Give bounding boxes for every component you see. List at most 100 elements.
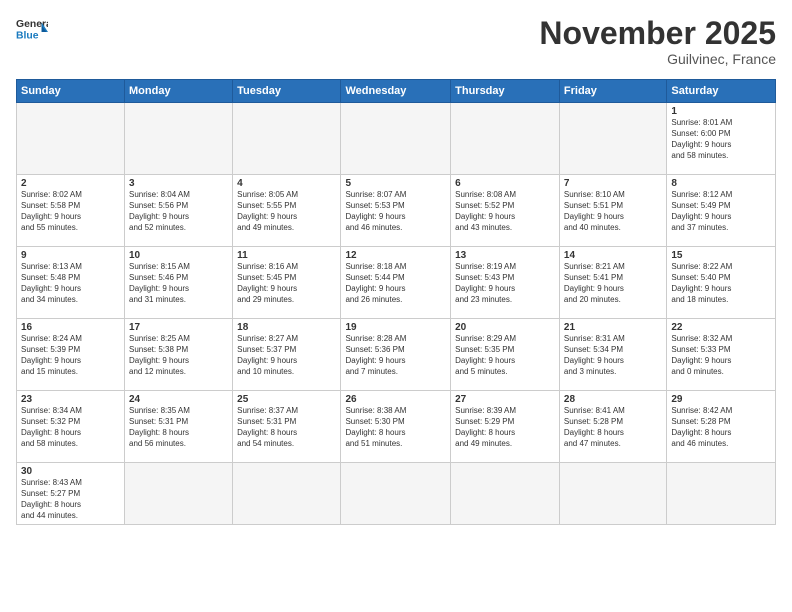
- day-cell: 20Sunrise: 8:29 AM Sunset: 5:35 PM Dayli…: [451, 319, 560, 391]
- day-cell: [233, 103, 341, 175]
- day-info: Sunrise: 8:29 AM Sunset: 5:35 PM Dayligh…: [455, 334, 555, 377]
- day-number: 16: [21, 322, 120, 333]
- day-cell: [451, 103, 560, 175]
- day-number: 11: [237, 250, 336, 261]
- day-cell: 19Sunrise: 8:28 AM Sunset: 5:36 PM Dayli…: [341, 319, 451, 391]
- day-cell: 3Sunrise: 8:04 AM Sunset: 5:56 PM Daylig…: [125, 175, 233, 247]
- day-cell: [17, 103, 125, 175]
- day-cell: 16Sunrise: 8:24 AM Sunset: 5:39 PM Dayli…: [17, 319, 125, 391]
- day-cell: 7Sunrise: 8:10 AM Sunset: 5:51 PM Daylig…: [559, 175, 666, 247]
- col-header-thursday: Thursday: [451, 80, 560, 103]
- month-title: November 2025: [539, 16, 776, 51]
- week-row-3: 9Sunrise: 8:13 AM Sunset: 5:48 PM Daylig…: [17, 247, 776, 319]
- location: Guilvinec, France: [539, 51, 776, 67]
- col-header-monday: Monday: [125, 80, 233, 103]
- day-info: Sunrise: 8:16 AM Sunset: 5:45 PM Dayligh…: [237, 262, 336, 305]
- day-info: Sunrise: 8:35 AM Sunset: 5:31 PM Dayligh…: [129, 406, 228, 449]
- day-cell: 8Sunrise: 8:12 AM Sunset: 5:49 PM Daylig…: [667, 175, 776, 247]
- day-number: 3: [129, 178, 228, 189]
- day-cell: 9Sunrise: 8:13 AM Sunset: 5:48 PM Daylig…: [17, 247, 125, 319]
- day-cell: [233, 463, 341, 525]
- day-number: 25: [237, 394, 336, 405]
- day-number: 29: [671, 394, 771, 405]
- week-row-2: 2Sunrise: 8:02 AM Sunset: 5:58 PM Daylig…: [17, 175, 776, 247]
- day-info: Sunrise: 8:37 AM Sunset: 5:31 PM Dayligh…: [237, 406, 336, 449]
- day-cell: 23Sunrise: 8:34 AM Sunset: 5:32 PM Dayli…: [17, 391, 125, 463]
- day-cell: 10Sunrise: 8:15 AM Sunset: 5:46 PM Dayli…: [125, 247, 233, 319]
- day-cell: [667, 463, 776, 525]
- day-info: Sunrise: 8:12 AM Sunset: 5:49 PM Dayligh…: [671, 190, 771, 233]
- week-row-1: 1Sunrise: 8:01 AM Sunset: 6:00 PM Daylig…: [17, 103, 776, 175]
- day-cell: [125, 463, 233, 525]
- day-number: 8: [671, 178, 771, 189]
- day-info: Sunrise: 8:38 AM Sunset: 5:30 PM Dayligh…: [345, 406, 446, 449]
- day-info: Sunrise: 8:24 AM Sunset: 5:39 PM Dayligh…: [21, 334, 120, 377]
- day-cell: 2Sunrise: 8:02 AM Sunset: 5:58 PM Daylig…: [17, 175, 125, 247]
- day-cell: 30Sunrise: 8:43 AM Sunset: 5:27 PM Dayli…: [17, 463, 125, 525]
- day-info: Sunrise: 8:07 AM Sunset: 5:53 PM Dayligh…: [345, 190, 446, 233]
- day-info: Sunrise: 8:28 AM Sunset: 5:36 PM Dayligh…: [345, 334, 446, 377]
- day-number: 17: [129, 322, 228, 333]
- day-info: Sunrise: 8:39 AM Sunset: 5:29 PM Dayligh…: [455, 406, 555, 449]
- day-info: Sunrise: 8:34 AM Sunset: 5:32 PM Dayligh…: [21, 406, 120, 449]
- day-number: 2: [21, 178, 120, 189]
- day-cell: 14Sunrise: 8:21 AM Sunset: 5:41 PM Dayli…: [559, 247, 666, 319]
- day-cell: [559, 103, 666, 175]
- day-number: 15: [671, 250, 771, 261]
- calendar-page: General Blue November 2025 Guilvinec, Fr…: [0, 0, 792, 612]
- day-number: 4: [237, 178, 336, 189]
- title-block: November 2025 Guilvinec, France: [539, 16, 776, 67]
- day-cell: 28Sunrise: 8:41 AM Sunset: 5:28 PM Dayli…: [559, 391, 666, 463]
- day-info: Sunrise: 8:21 AM Sunset: 5:41 PM Dayligh…: [564, 262, 662, 305]
- day-cell: [559, 463, 666, 525]
- header: General Blue November 2025 Guilvinec, Fr…: [16, 16, 776, 67]
- logo: General Blue: [16, 16, 48, 44]
- week-row-6: 30Sunrise: 8:43 AM Sunset: 5:27 PM Dayli…: [17, 463, 776, 525]
- header-row: SundayMondayTuesdayWednesdayThursdayFrid…: [17, 80, 776, 103]
- day-cell: 15Sunrise: 8:22 AM Sunset: 5:40 PM Dayli…: [667, 247, 776, 319]
- day-info: Sunrise: 8:27 AM Sunset: 5:37 PM Dayligh…: [237, 334, 336, 377]
- day-cell: 13Sunrise: 8:19 AM Sunset: 5:43 PM Dayli…: [451, 247, 560, 319]
- day-cell: [341, 103, 451, 175]
- day-cell: 25Sunrise: 8:37 AM Sunset: 5:31 PM Dayli…: [233, 391, 341, 463]
- day-info: Sunrise: 8:32 AM Sunset: 5:33 PM Dayligh…: [671, 334, 771, 377]
- day-number: 22: [671, 322, 771, 333]
- day-cell: [451, 463, 560, 525]
- day-info: Sunrise: 8:19 AM Sunset: 5:43 PM Dayligh…: [455, 262, 555, 305]
- logo-icon: General Blue: [16, 16, 48, 44]
- day-number: 26: [345, 394, 446, 405]
- day-number: 27: [455, 394, 555, 405]
- day-cell: 21Sunrise: 8:31 AM Sunset: 5:34 PM Dayli…: [559, 319, 666, 391]
- day-number: 23: [21, 394, 120, 405]
- day-cell: 12Sunrise: 8:18 AM Sunset: 5:44 PM Dayli…: [341, 247, 451, 319]
- day-info: Sunrise: 8:42 AM Sunset: 5:28 PM Dayligh…: [671, 406, 771, 449]
- day-cell: 11Sunrise: 8:16 AM Sunset: 5:45 PM Dayli…: [233, 247, 341, 319]
- day-cell: 26Sunrise: 8:38 AM Sunset: 5:30 PM Dayli…: [341, 391, 451, 463]
- day-info: Sunrise: 8:31 AM Sunset: 5:34 PM Dayligh…: [564, 334, 662, 377]
- day-number: 6: [455, 178, 555, 189]
- day-number: 7: [564, 178, 662, 189]
- day-number: 24: [129, 394, 228, 405]
- day-number: 9: [21, 250, 120, 261]
- day-number: 18: [237, 322, 336, 333]
- day-cell: 24Sunrise: 8:35 AM Sunset: 5:31 PM Dayli…: [125, 391, 233, 463]
- day-info: Sunrise: 8:18 AM Sunset: 5:44 PM Dayligh…: [345, 262, 446, 305]
- day-number: 5: [345, 178, 446, 189]
- day-cell: [341, 463, 451, 525]
- day-cell: [125, 103, 233, 175]
- day-info: Sunrise: 8:43 AM Sunset: 5:27 PM Dayligh…: [21, 478, 120, 521]
- day-info: Sunrise: 8:04 AM Sunset: 5:56 PM Dayligh…: [129, 190, 228, 233]
- day-number: 21: [564, 322, 662, 333]
- day-cell: 27Sunrise: 8:39 AM Sunset: 5:29 PM Dayli…: [451, 391, 560, 463]
- day-info: Sunrise: 8:41 AM Sunset: 5:28 PM Dayligh…: [564, 406, 662, 449]
- day-info: Sunrise: 8:05 AM Sunset: 5:55 PM Dayligh…: [237, 190, 336, 233]
- day-number: 28: [564, 394, 662, 405]
- col-header-sunday: Sunday: [17, 80, 125, 103]
- day-cell: 1Sunrise: 8:01 AM Sunset: 6:00 PM Daylig…: [667, 103, 776, 175]
- day-cell: 5Sunrise: 8:07 AM Sunset: 5:53 PM Daylig…: [341, 175, 451, 247]
- day-info: Sunrise: 8:15 AM Sunset: 5:46 PM Dayligh…: [129, 262, 228, 305]
- svg-text:Blue: Blue: [16, 30, 39, 41]
- day-info: Sunrise: 8:25 AM Sunset: 5:38 PM Dayligh…: [129, 334, 228, 377]
- day-cell: 4Sunrise: 8:05 AM Sunset: 5:55 PM Daylig…: [233, 175, 341, 247]
- day-number: 19: [345, 322, 446, 333]
